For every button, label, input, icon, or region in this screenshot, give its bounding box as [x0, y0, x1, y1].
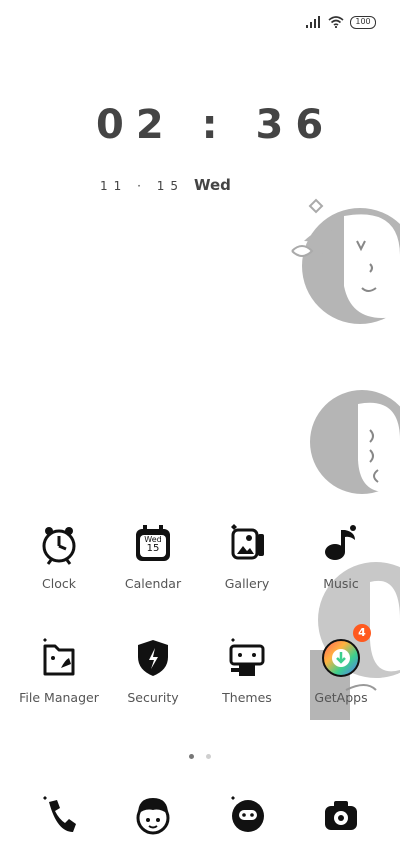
dock-contacts[interactable] [103, 794, 203, 838]
messages-icon [225, 794, 269, 838]
page-dot-active[interactable] [189, 754, 195, 759]
app-themes[interactable]: Themes [197, 636, 297, 705]
app-gallery[interactable]: Gallery [197, 522, 297, 591]
themes-icon [225, 636, 269, 680]
app-clock[interactable]: Clock [9, 522, 109, 591]
app-label: Clock [42, 576, 76, 591]
app-music[interactable]: Music [291, 522, 391, 591]
wallpaper-character-2 [310, 390, 400, 494]
gallery-icon [225, 522, 269, 566]
contacts-icon [131, 794, 175, 838]
home-clock-time[interactable]: 02 : 36 [96, 102, 335, 148]
app-security[interactable]: Security [103, 636, 203, 705]
camera-icon [319, 794, 363, 838]
app-calendar[interactable]: Wed 15 Calendar [103, 522, 203, 591]
app-label: Music [323, 576, 359, 591]
app-label: GetApps [314, 690, 368, 705]
dock-messages[interactable] [197, 794, 297, 838]
page-dot[interactable] [205, 754, 211, 759]
calendar-icon: Wed 15 [131, 522, 175, 566]
dock-camera[interactable] [291, 794, 391, 838]
app-getapps[interactable]: 4 GetApps [291, 624, 391, 705]
security-icon [131, 636, 175, 680]
app-file-manager[interactable]: File Manager [9, 636, 109, 705]
music-icon [319, 522, 363, 566]
weekday-text: Wed [193, 176, 231, 194]
dock-phone[interactable] [9, 794, 109, 838]
wifi-icon [328, 16, 344, 28]
wallpaper-character-1 [291, 198, 400, 324]
clock-icon [37, 522, 81, 566]
app-label: Gallery [224, 576, 270, 591]
notification-badge: 4 [353, 624, 371, 642]
battery-indicator: 100 [350, 15, 376, 29]
calendar-date-text: 15 [146, 543, 160, 554]
file-manager-icon [37, 636, 81, 680]
status-bar: 100 [306, 10, 376, 34]
phone-icon [37, 794, 81, 838]
app-label: Calendar [124, 576, 182, 591]
home-date[interactable]: 11 · 15 Wed [100, 176, 231, 194]
page-indicator[interactable] [0, 744, 400, 763]
signal-icon [306, 16, 320, 28]
app-label: File Manager [19, 690, 99, 705]
getapps-icon: 4 [319, 624, 371, 680]
app-label: Security [127, 690, 179, 705]
app-label: Themes [222, 690, 272, 705]
date-text: 11 · 15 [100, 179, 184, 193]
